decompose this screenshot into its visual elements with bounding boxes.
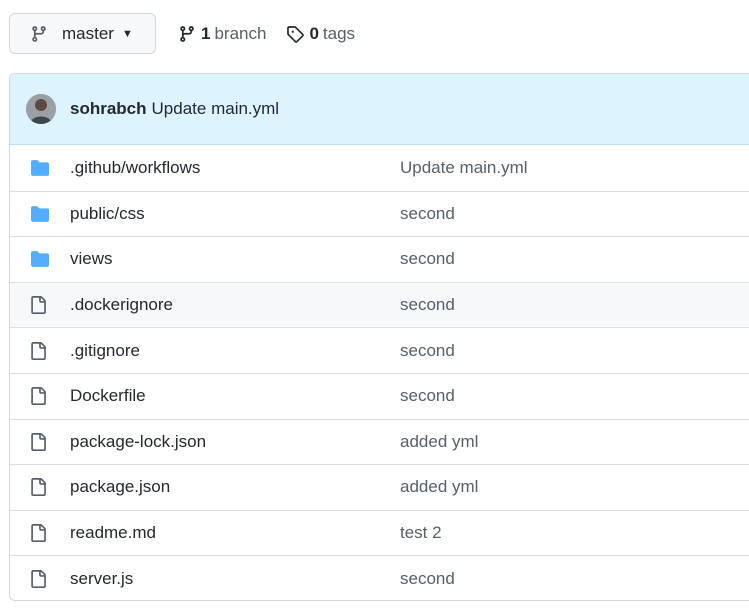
file-icon (10, 341, 70, 361)
file-commit-message-link[interactable]: Update main.yml (400, 158, 528, 178)
file-name-link[interactable]: server.js (70, 569, 400, 589)
tag-count: 0 (309, 23, 319, 43)
branch-name: master (62, 23, 114, 43)
branch-select-button[interactable]: master ▼ (9, 13, 156, 54)
file-row[interactable]: public/css second (10, 190, 749, 237)
file-commit-message-link[interactable]: second (400, 569, 455, 589)
folder-icon (10, 205, 70, 223)
tag-label: tags (322, 23, 356, 43)
git-branch-icon (180, 25, 194, 42)
branch-toolbar: master ▼ 1 branch 0 tags (9, 13, 355, 54)
file-list: .github/workflows Update main.yml public/c… (10, 145, 749, 600)
tag-icon (287, 25, 305, 43)
avatar[interactable] (26, 94, 56, 124)
file-commit-message-link[interactable]: second (400, 386, 455, 406)
file-name-link[interactable]: .github/workflows (70, 158, 400, 178)
git-branch-icon (32, 25, 46, 42)
file-icon (10, 477, 70, 497)
file-name-link[interactable]: readme.md (70, 523, 400, 543)
branch-label: branch (214, 23, 267, 43)
folder-icon (10, 159, 70, 177)
branch-count: 1 (201, 23, 211, 43)
file-commit-message-link[interactable]: second (400, 295, 455, 315)
file-name-link[interactable]: .dockerignore (70, 295, 400, 315)
commit-author-link[interactable]: sohrabch (70, 99, 147, 119)
file-row[interactable]: server.js second (10, 555, 749, 600)
caret-down-icon: ▼ (121, 27, 133, 40)
file-commit-message-link[interactable]: second (400, 341, 455, 361)
file-commit-message-link[interactable]: second (400, 204, 455, 224)
file-commit-message-link[interactable]: added yml (400, 432, 478, 452)
file-icon (10, 386, 70, 406)
file-browser: sohrabch Update main.yml .github/workflo… (9, 73, 749, 601)
file-row[interactable]: views second (10, 236, 749, 282)
file-commit-message-link[interactable]: second (400, 249, 455, 269)
file-row[interactable]: package.json added yml (10, 464, 749, 510)
file-row[interactable]: .dockerignore second (10, 281, 749, 328)
latest-commit-header: sohrabch Update main.yml (10, 74, 749, 145)
tags-link[interactable]: 0 tags (286, 24, 355, 44)
file-name-link[interactable]: views (70, 249, 400, 269)
file-name-link[interactable]: package-lock.json (70, 432, 400, 452)
commit-message-link[interactable]: Update main.yml (152, 99, 280, 119)
file-row[interactable]: package-lock.json added yml (10, 418, 749, 465)
file-row[interactable]: Dockerfile second (10, 372, 749, 419)
file-row[interactable]: readme.md test 2 (10, 509, 749, 556)
file-icon (10, 523, 70, 543)
file-icon (10, 295, 70, 315)
folder-icon (10, 250, 70, 268)
file-commit-message-link[interactable]: test 2 (400, 523, 442, 543)
file-icon (10, 432, 70, 452)
file-name-link[interactable]: public/css (70, 204, 400, 224)
file-row[interactable]: .gitignore second (10, 327, 749, 373)
file-name-link[interactable]: package.json (70, 477, 400, 497)
file-row[interactable]: .github/workflows Update main.yml (10, 145, 749, 191)
file-name-link[interactable]: .gitignore (70, 341, 400, 361)
file-icon (10, 569, 70, 589)
file-name-link[interactable]: Dockerfile (70, 386, 400, 406)
branches-link[interactable]: 1 branch (178, 24, 266, 44)
file-commit-message-link[interactable]: added yml (400, 477, 478, 497)
avatar-image (26, 94, 56, 124)
